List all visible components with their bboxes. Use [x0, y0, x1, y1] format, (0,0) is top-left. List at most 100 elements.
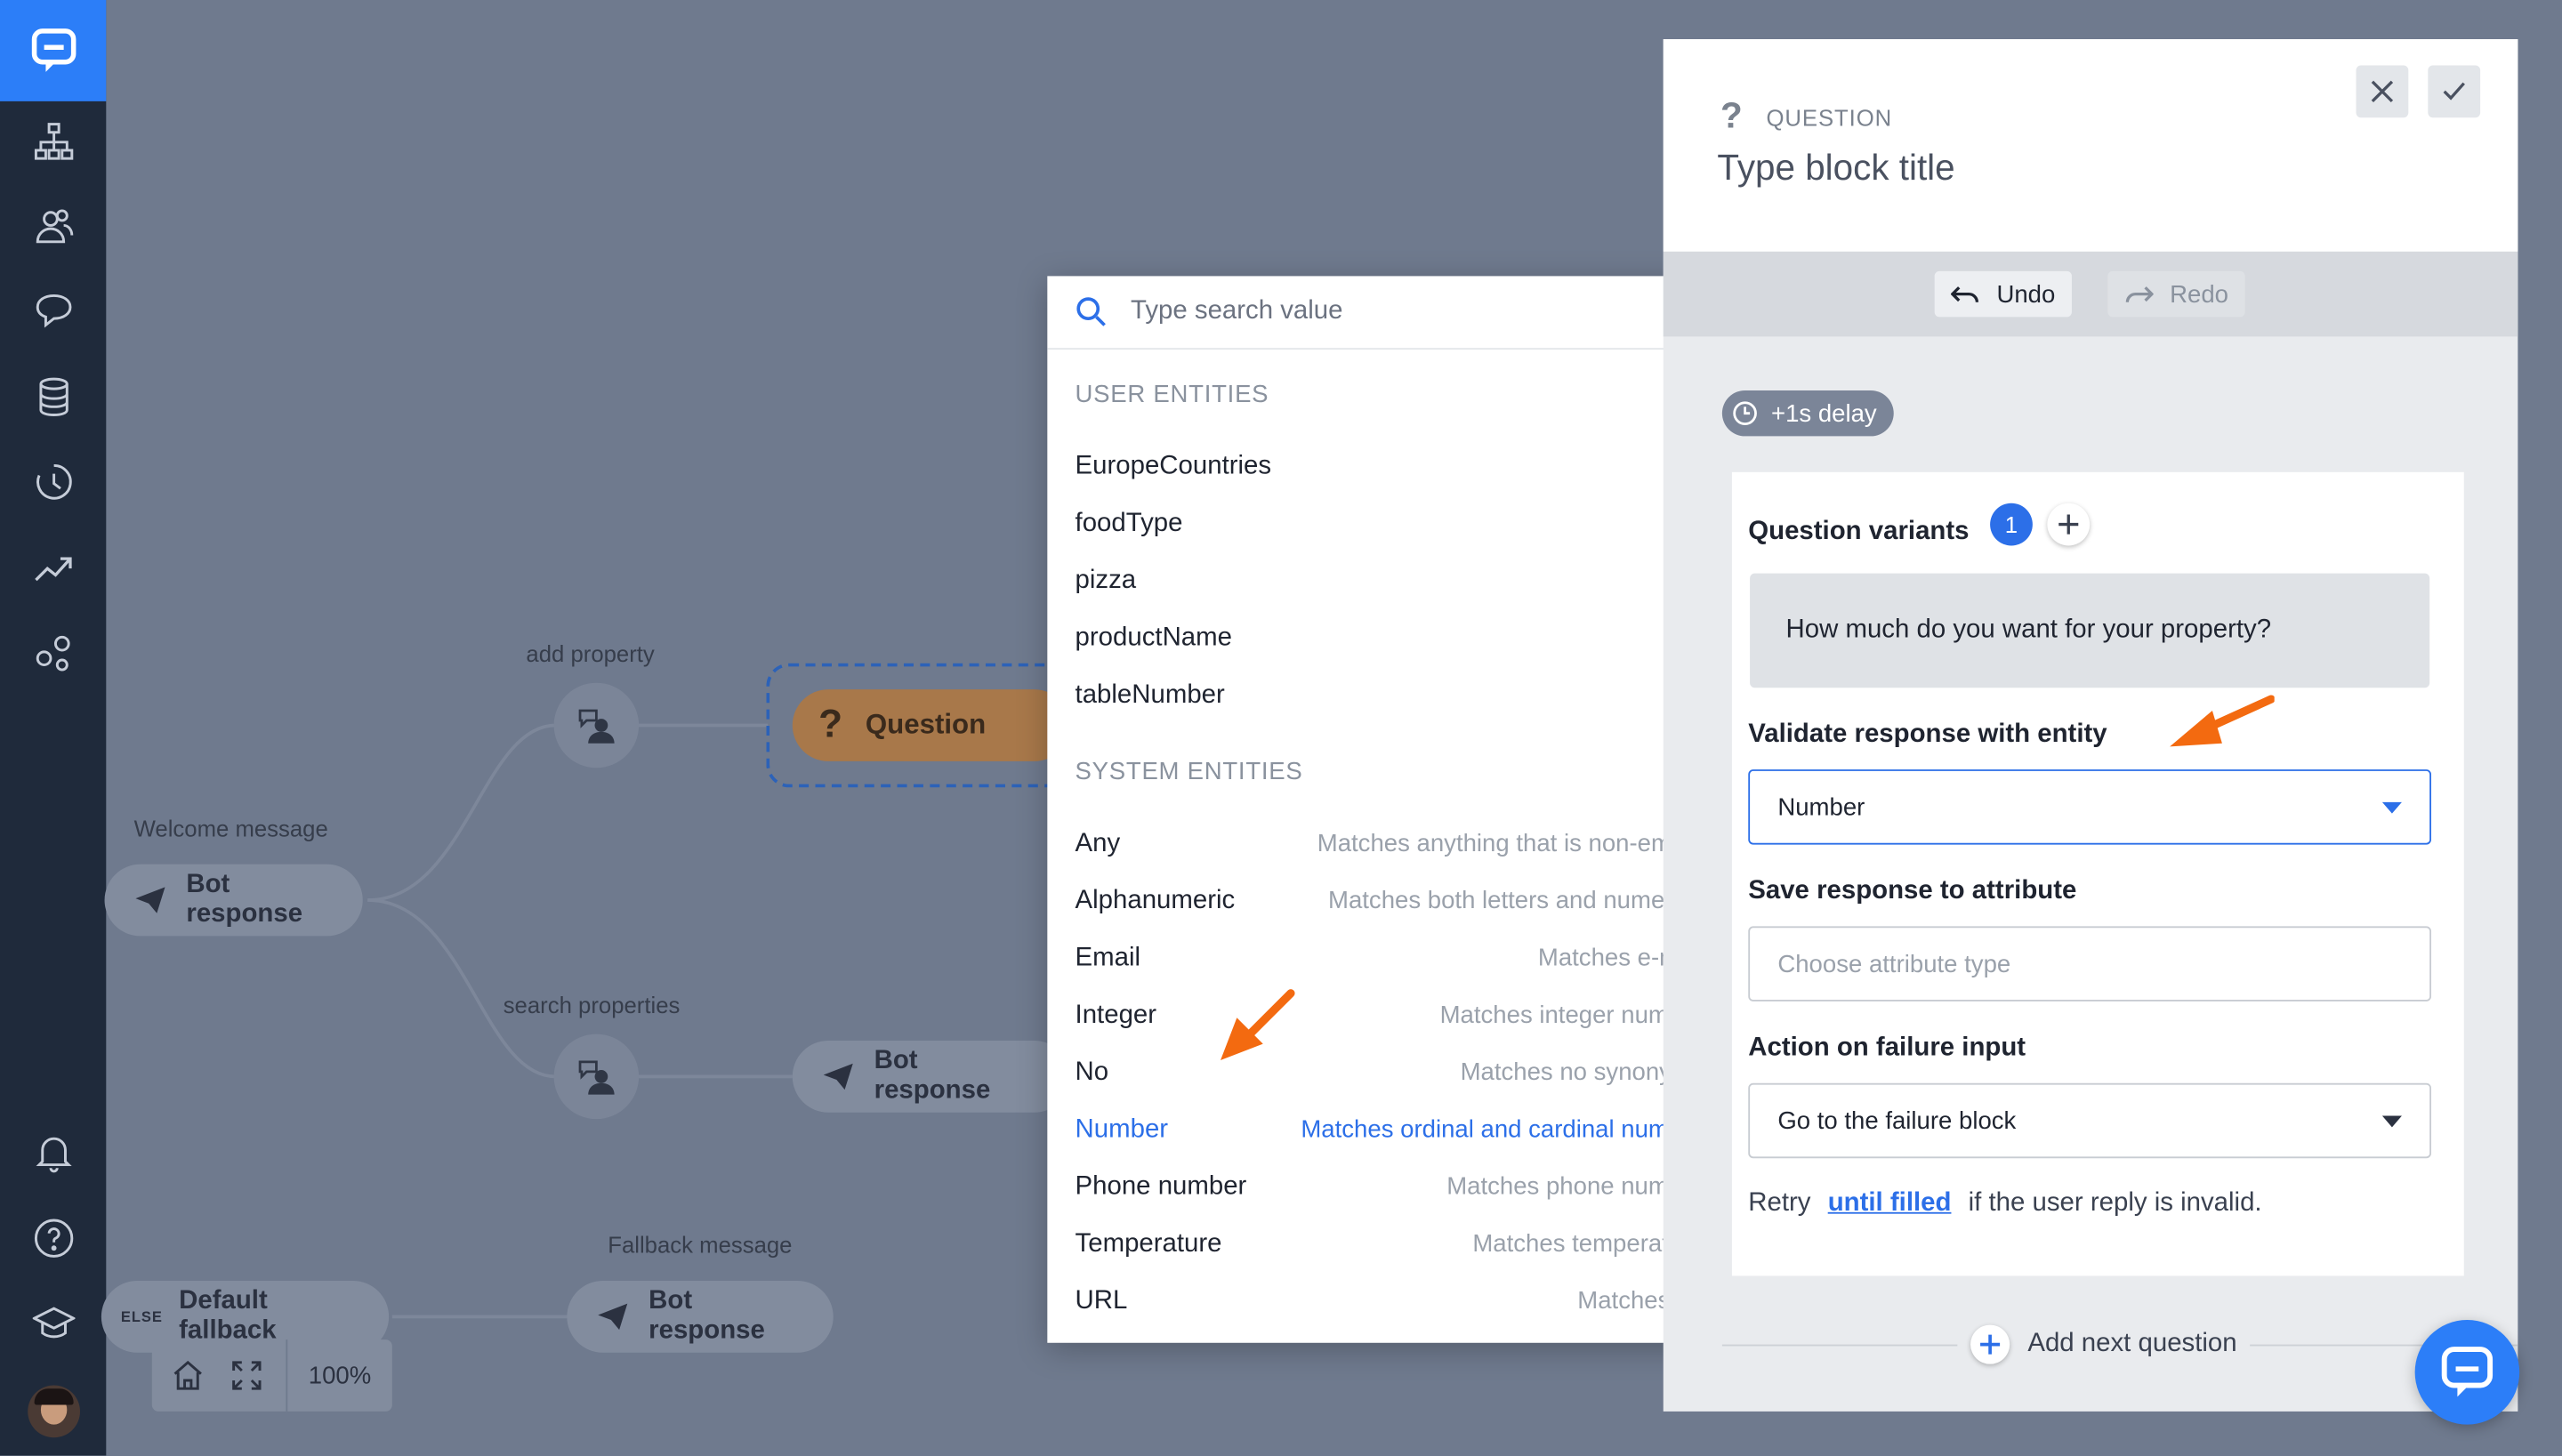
question-mark-icon: ?	[818, 702, 843, 747]
bot-response-label: Bot response	[874, 1047, 991, 1105]
user-entity-item[interactable]: foodType	[1047, 495, 1730, 552]
plus-icon	[1970, 1324, 2010, 1364]
chat-bubble-icon	[2441, 1347, 2494, 1397]
variants-count-badge: 1	[1990, 503, 2033, 546]
close-icon	[2371, 80, 2394, 103]
zoom-toolbar: 100%	[151, 1339, 392, 1412]
entity-name: URL	[1075, 1286, 1128, 1315]
entity-name: Temperature	[1075, 1229, 1222, 1258]
fit-screen-button[interactable]	[224, 1339, 270, 1412]
chat-logo-icon	[30, 28, 76, 72]
database-nav-icon[interactable]	[0, 365, 106, 430]
avatar[interactable]	[28, 1385, 80, 1438]
flows-nav-icon[interactable]	[0, 109, 106, 174]
system-entity-list: Any Matches anything that is non-empty Alp…	[1047, 816, 1730, 1343]
entity-dropdown: USER ENTITIES EuropeCountries foodType piz…	[1047, 276, 1731, 1343]
clock-icon	[1733, 401, 1757, 426]
add-next-question-button[interactable]: Add next question	[1957, 1324, 2251, 1364]
entity-name: No	[1075, 1058, 1109, 1086]
welcome-label: Welcome message	[133, 815, 328, 841]
system-entity-item[interactable]: Number Matches ordinal and cardinal numbe…	[1047, 1101, 1730, 1158]
entity-name: tableNumber	[1075, 680, 1225, 709]
users-nav-icon[interactable]	[0, 195, 106, 260]
until-filled-link[interactable]: until filled	[1828, 1189, 1952, 1217]
system-entity-item[interactable]: Phone number Matches phone number	[1047, 1158, 1730, 1215]
entity-description: Matches anything that is non-empty	[1317, 830, 1704, 858]
system-entity-item[interactable]: YesMatches yes synonyms	[1047, 1330, 1730, 1343]
plus-icon	[2058, 514, 2079, 535]
save-attribute-placeholder: Choose attribute type	[1777, 950, 2011, 978]
user-entity-list: EuropeCountries foodType pizza productName t…	[1047, 438, 1730, 723]
help-icon[interactable]	[0, 1205, 106, 1270]
chevron-down-icon	[2381, 800, 2402, 813]
app-logo[interactable]	[0, 0, 107, 101]
search-properties-label: search properties	[503, 991, 681, 1018]
entity-name: Number	[1075, 1114, 1169, 1143]
bot-response-node-fallback[interactable]: Bot response	[567, 1280, 834, 1353]
fallback-label: Fallback message	[608, 1231, 793, 1259]
entity-name: EuropeCountries	[1075, 451, 1272, 480]
user-entity-item[interactable]: pizza	[1047, 552, 1730, 609]
chat-widget-button[interactable]	[2414, 1320, 2520, 1425]
user-input-node[interactable]	[553, 682, 640, 768]
history-nav-icon[interactable]	[0, 449, 106, 514]
system-entity-item[interactable]: No Matches no synonyms	[1047, 1044, 1730, 1101]
redo-icon	[2125, 286, 2154, 302]
delay-badge[interactable]: +1s delay	[1721, 390, 1894, 437]
integrations-nav-icon[interactable]	[0, 619, 106, 684]
bot-response-node-search[interactable]: Bot response	[792, 1040, 1071, 1113]
add-variant-button[interactable]	[2047, 503, 2091, 546]
conversations-nav-icon[interactable]	[0, 279, 106, 344]
save-attribute-select[interactable]: Choose attribute type	[1748, 926, 2432, 1002]
question-variant-text[interactable]: How much do you want for your property?	[1750, 573, 2430, 688]
failure-action-value: Go to the failure block	[1777, 1106, 2017, 1135]
chevron-down-icon	[2381, 1114, 2402, 1127]
check-icon	[2443, 82, 2465, 101]
system-entity-item[interactable]: Email Matches e-mail	[1047, 929, 1730, 986]
confirm-button[interactable]	[2428, 65, 2481, 118]
zoom-level[interactable]: 100%	[287, 1339, 392, 1412]
validate-entity-value: Number	[1777, 792, 1865, 821]
system-entity-item[interactable]: URL Matches url	[1047, 1273, 1730, 1330]
failure-action-select[interactable]: Go to the failure block	[1748, 1082, 2432, 1159]
entity-description: Matches both letters and numerals	[1328, 887, 1704, 915]
entity-name: Email	[1075, 943, 1141, 971]
else-tag: ELSE	[120, 1308, 163, 1325]
academy-icon[interactable]	[0, 1291, 106, 1355]
user-entity-item[interactable]: productName	[1047, 609, 1730, 666]
entity-name: foodType	[1075, 509, 1183, 537]
block-title-input[interactable]: Type block title	[1717, 147, 1954, 189]
notifications-bell-icon[interactable]	[0, 1121, 106, 1186]
home-button[interactable]	[152, 1339, 224, 1412]
bot-response-node-welcome[interactable]: Bot response	[104, 864, 363, 937]
entity-name: Alphanumeric	[1075, 886, 1236, 914]
user-input-node[interactable]	[553, 1034, 640, 1120]
system-entity-item[interactable]: Temperature Matches temperature	[1047, 1216, 1730, 1273]
undo-button[interactable]: Undo	[1934, 270, 2072, 318]
question-node[interactable]: ? Question	[792, 689, 1071, 761]
redo-button[interactable]: Redo	[2107, 270, 2245, 318]
system-entity-item[interactable]: Integer Matches integer number	[1047, 986, 1730, 1043]
question-card: Question variants 1 How much do you want…	[1731, 471, 2464, 1276]
validate-entity-select[interactable]: Number	[1748, 769, 2432, 845]
delay-label: +1s delay	[1770, 399, 1877, 428]
bot-response-label: Bot response	[186, 870, 303, 929]
user-entity-item[interactable]: EuropeCountries	[1047, 438, 1730, 495]
close-button[interactable]	[2356, 65, 2409, 118]
user-entities-heading: USER ENTITIES	[1075, 380, 1269, 409]
question-variants-label: Question variants	[1748, 518, 1970, 546]
question-node-label: Question	[865, 709, 987, 741]
user-speech-icon	[578, 709, 615, 744]
entity-search-input[interactable]	[1127, 295, 1690, 329]
failure-action-label: Action on failure input	[1748, 1034, 2026, 1062]
orange-arrow-icon	[1221, 989, 1295, 1061]
system-entity-item[interactable]: Any Matches anything that is non-empty	[1047, 816, 1730, 873]
system-entity-item[interactable]: Alphanumeric Matches both letters and num…	[1047, 873, 1730, 929]
search-icon	[1076, 297, 1106, 326]
user-speech-icon	[578, 1060, 615, 1095]
redo-label: Redo	[2170, 279, 2229, 309]
analytics-nav-icon[interactable]	[0, 535, 106, 599]
entity-description: Matches ordinal and cardinal number	[1301, 1115, 1704, 1144]
user-entity-item[interactable]: tableNumber	[1047, 666, 1730, 723]
bot-response-label: Bot response	[649, 1287, 765, 1345]
